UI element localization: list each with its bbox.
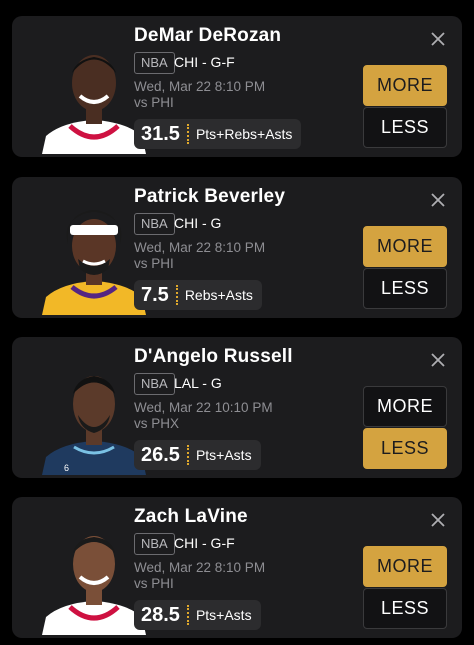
projection-line: 31.5 (141, 122, 180, 145)
projection-line: 7.5 (141, 283, 169, 306)
player-card: Zach LaVine NBA CHI - G-F Wed, Mar 22 8:… (12, 497, 462, 638)
league-badge: NBA (134, 533, 175, 555)
player-card: 6 D'Angelo Russell NBA LAL - G Wed, Mar … (12, 337, 462, 478)
player-headshot: 6 (42, 359, 146, 475)
less-button[interactable]: LESS (363, 428, 447, 469)
league-badge: NBA (134, 52, 175, 74)
more-button[interactable]: MORE (363, 65, 447, 106)
opponent: vs PHI (134, 576, 174, 591)
svg-text:6: 6 (64, 463, 69, 473)
player-card: DeMar DeRozan NBA CHI - G-F Wed, Mar 22 … (12, 16, 462, 157)
team-position: LAL - G (174, 375, 222, 391)
more-button[interactable]: MORE (363, 546, 447, 587)
projection-box: 26.5 Pts+Asts (134, 440, 261, 470)
game-datetime: Wed, Mar 22 10:10 PM (134, 400, 273, 415)
game-datetime: Wed, Mar 22 8:10 PM (134, 560, 266, 575)
player-card: Patrick Beverley NBA CHI - G Wed, Mar 22… (12, 177, 462, 318)
projection-box: 7.5 Rebs+Asts (134, 280, 262, 310)
projection-line: 28.5 (141, 603, 180, 626)
stat-type: Rebs+Asts (184, 287, 253, 303)
close-icon[interactable] (431, 513, 445, 527)
game-time: Wed, Mar 22 10:10 PM vs PHX (134, 400, 273, 432)
player-headshot (42, 519, 146, 635)
stat-type: Pts+Asts (195, 607, 252, 623)
player-name: D'Angelo Russell (134, 346, 293, 367)
separator (175, 285, 178, 305)
projection-line: 26.5 (141, 443, 180, 466)
more-button[interactable]: MORE (363, 386, 447, 427)
game-datetime: Wed, Mar 22 8:10 PM (134, 240, 266, 255)
opponent: vs PHI (134, 256, 174, 271)
opponent: vs PHX (134, 416, 180, 431)
close-icon[interactable] (431, 193, 445, 207)
close-icon[interactable] (431, 353, 445, 367)
separator (186, 124, 189, 144)
player-headshot (42, 199, 146, 315)
game-time: Wed, Mar 22 8:10 PM vs PHI (134, 79, 265, 111)
game-datetime: Wed, Mar 22 8:10 PM (134, 79, 266, 94)
more-button[interactable]: MORE (363, 226, 447, 267)
separator (186, 445, 189, 465)
close-icon[interactable] (431, 32, 445, 46)
stat-type: Pts+Rebs+Asts (195, 126, 293, 142)
game-time: Wed, Mar 22 8:10 PM vs PHI (134, 240, 265, 272)
opponent: vs PHI (134, 95, 174, 110)
projection-box: 31.5 Pts+Rebs+Asts (134, 119, 302, 149)
player-name: Zach LaVine (134, 506, 248, 527)
team-position: CHI - G (174, 215, 222, 231)
projection-box: 28.5 Pts+Asts (134, 600, 261, 630)
player-name: DeMar DeRozan (134, 25, 282, 46)
player-headshot (42, 38, 146, 154)
league-badge: NBA (134, 373, 175, 395)
team-position: CHI - G-F (174, 54, 235, 70)
less-button[interactable]: LESS (363, 588, 447, 629)
league-badge: NBA (134, 213, 175, 235)
separator (186, 605, 189, 625)
less-button[interactable]: LESS (363, 107, 447, 148)
player-name: Patrick Beverley (134, 186, 286, 207)
stat-type: Pts+Asts (195, 447, 252, 463)
team-position: CHI - G-F (174, 535, 235, 551)
game-time: Wed, Mar 22 8:10 PM vs PHI (134, 560, 265, 592)
less-button[interactable]: LESS (363, 268, 447, 309)
